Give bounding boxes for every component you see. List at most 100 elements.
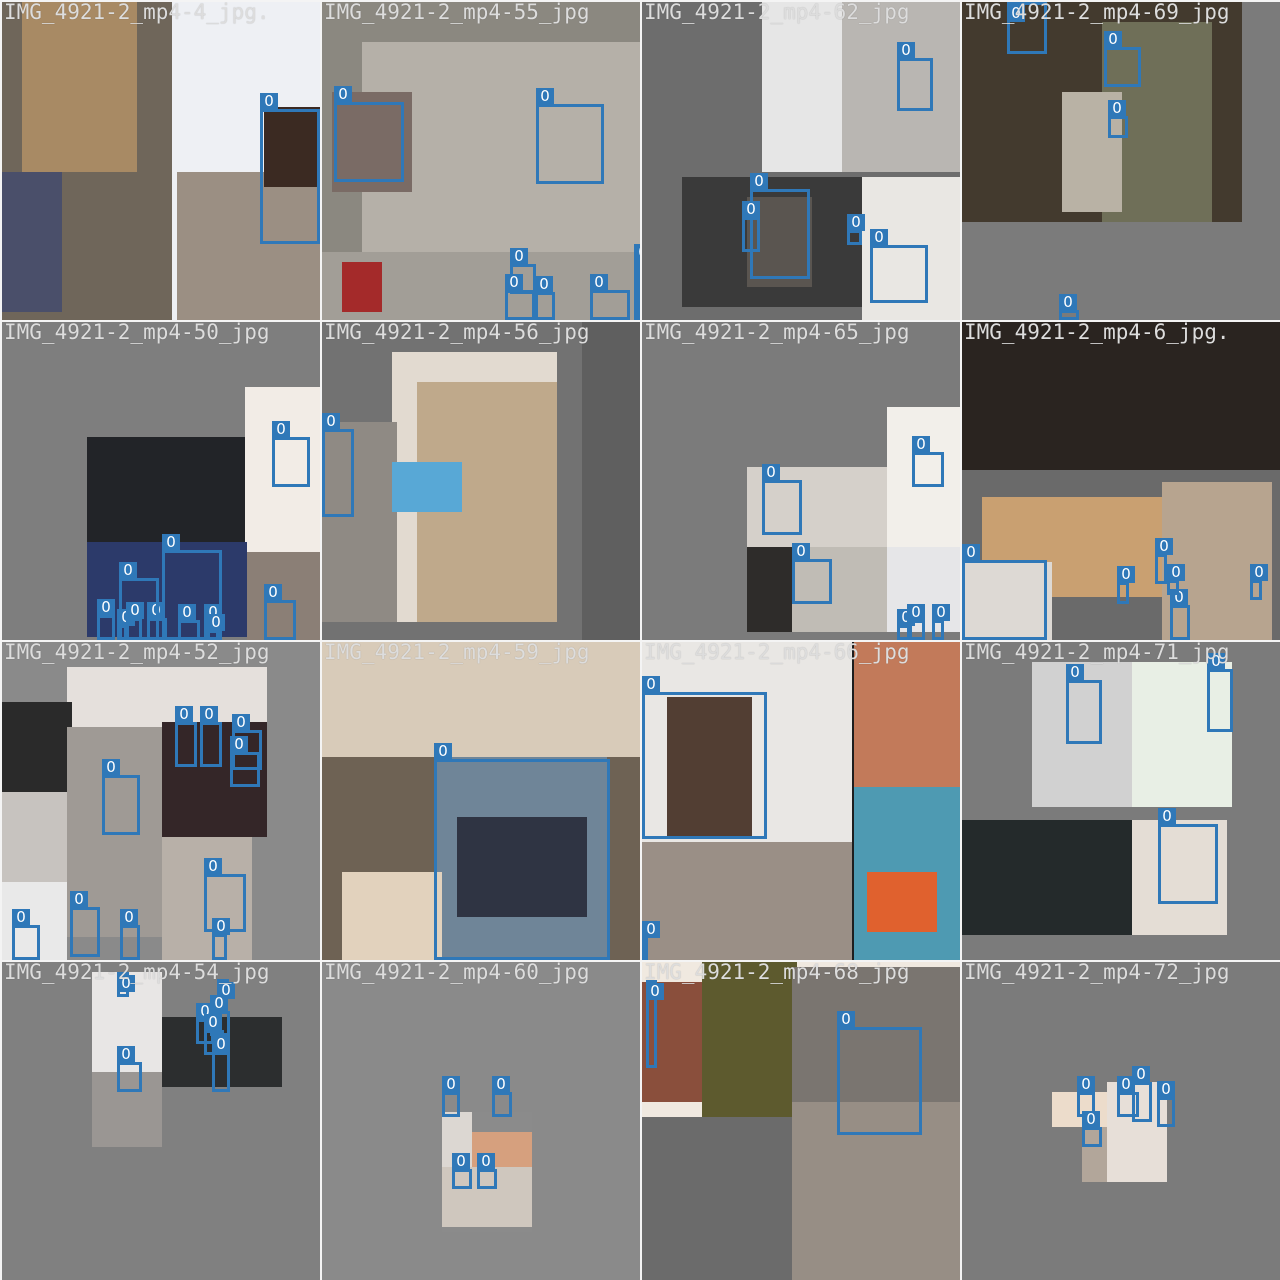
image-patch [342,262,382,312]
bounding-box: 0 [742,201,760,252]
bounding-box: 0 [212,1036,230,1092]
box-class-label: 0 [536,88,554,105]
bounding-box: 0 [102,759,140,835]
box-class-label: 0 [477,1153,495,1170]
bounding-box: 0 [897,42,933,111]
bounding-box: 0 [1117,566,1135,604]
tile-filename: IMG_4921-2_mp4-62_jpg [644,2,910,24]
mosaic-tile: 0 0 0 0 IMG_4921-2_mp4-60_jpg [322,962,640,1280]
image-patch [342,872,442,960]
mosaic-tile: 0 0 0 0 0 IMG_4921-2_mp4-72_jpg [962,962,1280,1280]
tile-filename: IMG_4921-2_mp4-66_jpg [644,642,910,664]
box-class-label: 0 [264,584,282,601]
tile-filename: IMG_4921-2_mp4-54_jpg [4,962,270,984]
mosaic-tile: 0 0 0 0 0 0 0 0 0 0 IMG_4921-2_mp4-52_jpg [2,642,320,960]
bounding-box: 0 [590,274,630,320]
bounding-box: 0 [1158,808,1218,904]
box-class-label: 0 [907,604,925,621]
box-class-label: 0 [119,562,137,579]
box-class-label: 0 [322,413,340,430]
bounding-box: 0 [334,86,404,182]
mosaic-tile: 0 0 0 0 0 0 IMG_4921-2_mp4-6_jpg. [962,322,1280,640]
box-class-label: 0 [590,274,608,291]
box-class-label: 0 [120,909,138,926]
bounding-box: 0 [1207,653,1233,732]
image-patch [962,322,1280,470]
box-class-label: 0 [230,736,248,753]
tile-filename: IMG_4921-2_mp4-68_jpg [644,962,910,984]
box-class-label: 0 [932,604,950,621]
box-class-label: 0 [102,759,120,776]
bounding-box: 0 [175,706,197,767]
bounding-box: 0 [535,276,555,320]
tile-filename: IMG_4921-2_mp4-4_jpg. [4,2,270,24]
box-class-label: 0 [117,1046,135,1063]
bounding-box: 0 [1155,538,1173,584]
box-class-label: 0 [1132,1066,1150,1083]
box-class-label: 0 [442,1076,460,1093]
box-class-label: 0 [505,274,523,291]
image-patch [702,962,797,1117]
mosaic-tile: 0 0 IMG_4921-2_mp4-68_jpg [642,962,960,1280]
bounding-box: 0 [12,909,40,960]
mosaic-tile: 0 0 IMG_4921-2_mp4-66_jpg [642,642,960,960]
bounding-box: 0 [907,604,925,640]
box-class-label: 0 [535,276,553,293]
box-class-label: 0 [97,599,115,616]
box-class-label: 0 [646,983,664,1000]
bounding-box: 0 [1157,1081,1175,1127]
image-patch [962,820,1132,935]
mosaic-tile: 0 0 0 0 0 IMG_4921-2_mp4-62_jpg [642,2,960,320]
box-class-label: 0 [452,1153,470,1170]
box-class-label: 0 [847,214,865,231]
box-class-label: 0 [1117,566,1135,583]
box-class-label: 0 [1157,1081,1175,1098]
image-patch [747,547,792,632]
mosaic-tile: 0 IMG_4921-2_mp4-4_jpg. [2,2,320,320]
mosaic-tile: 0 IMG_4921-2_mp4-56_jpg [322,322,640,640]
box-class-label: 0 [162,534,180,551]
box-class-label: 0 [742,201,760,218]
bounding-box: 0 [120,909,140,960]
tile-filename: IMG_4921-2_mp4-6_jpg. [964,322,1230,344]
image-patch [582,322,640,640]
box-class-label: 0 [634,244,640,261]
bounding-box: 0 [477,1153,497,1189]
box-class-label: 0 [207,614,225,631]
bounding-box: 0 [119,562,159,640]
box-class-label: 0 [1066,664,1084,681]
box-class-label: 0 [642,676,660,693]
box-class-label: 0 [175,706,193,723]
box-class-label: 0 [1250,564,1268,581]
box-class-label: 0 [1077,1076,1095,1093]
box-class-label: 0 [12,909,30,926]
mosaic-tile: 0 0 0 0 IMG_4921-2_mp4-69_jpg [962,2,1280,320]
bounding-box: 0 [1170,589,1190,640]
tile-filename: IMG_4921-2_mp4-60_jpg [324,962,590,984]
mosaic-tile: 0 0 0 0 0 0 IMG_4921-2_mp4-65_jpg [642,322,960,640]
tile-filename: IMG_4921-2_mp4-52_jpg [4,642,270,664]
box-class-label: 0 [1104,31,1122,48]
bounding-box: 0 [452,1153,472,1189]
box-class-label: 0 [204,858,222,875]
tile-filename: IMG_4921-2_mp4-65_jpg [644,322,910,344]
bounding-box: 0 [492,1076,512,1117]
bounding-box: 0 [847,214,865,245]
box-class-label: 0 [1155,538,1173,555]
box-class-label: 0 [1108,100,1126,117]
box-class-label: 0 [897,42,915,59]
box-class-label: 0 [1082,1111,1100,1128]
bounding-box: 0 [642,921,660,960]
box-class-label: 0 [260,93,278,110]
image-patch [762,2,842,172]
box-class-label: 0 [334,86,352,103]
bounding-box: 0 [264,584,296,640]
box-class-label: 0 [837,1011,855,1028]
box-class-label: 0 [70,891,88,908]
image-patch [642,842,852,960]
box-class-label: 0 [642,921,660,938]
box-class-label: 0 [762,464,780,481]
bounding-box: 0 [837,1011,922,1135]
tile-filename: IMG_4921-2_mp4-69_jpg [964,2,1230,24]
bounding-box: 0 [642,676,767,839]
